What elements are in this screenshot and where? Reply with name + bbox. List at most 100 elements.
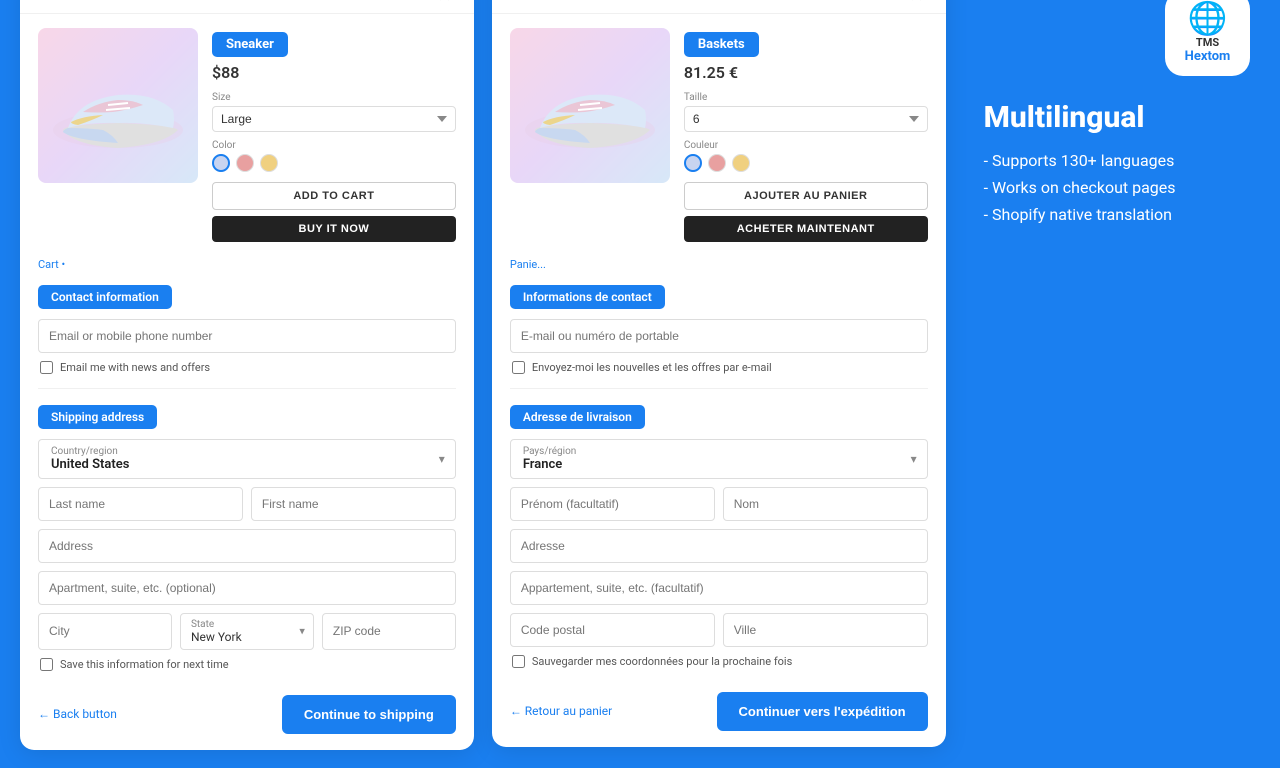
en-newsletter-row: Email me with news and offers (38, 361, 456, 374)
tms-brand: Hextom (1185, 49, 1231, 64)
right-feature-2: - Works on checkout pages (984, 178, 1250, 197)
fr-store-header: Hextom Translation and Currency France |… (492, 0, 946, 14)
en-firstname-field[interactable] (251, 487, 456, 521)
fr-sneaker-svg (515, 40, 665, 170)
en-shipping-section: Shipping address Country/region United S… (20, 397, 474, 685)
en-sneaker-svg (43, 40, 193, 170)
fr-color-blue[interactable] (684, 154, 702, 172)
en-buy-now-button[interactable]: BUY IT NOW (212, 216, 456, 242)
en-country-label: Country/region (49, 446, 445, 457)
fr-cart-button[interactable]: 🛒 (909, 0, 928, 1)
en-state-wrapper[interactable]: State New York (180, 613, 314, 650)
en-cart-button[interactable]: 🛒 (437, 0, 456, 1)
fr-country-wrapper[interactable]: Pays/région France (510, 439, 928, 479)
en-contact-badge: Contact information (38, 285, 172, 309)
fr-continue-button[interactable]: Continuer vers l'expédition (717, 692, 928, 731)
en-breadcrumb: Cart • (20, 252, 474, 277)
fr-email-field[interactable] (510, 319, 928, 353)
fr-save-checkbox[interactable] (512, 655, 525, 668)
en-add-to-cart-button[interactable]: ADD TO CART (212, 182, 456, 210)
en-product-info: Sneaker $88 Size Large Small Medium Colo… (212, 28, 456, 242)
fr-country-value: France (521, 457, 917, 472)
en-state-value: New York (191, 630, 303, 644)
en-city-state-zip: State New York (38, 613, 456, 650)
fr-city-text-field[interactable] (723, 613, 928, 647)
fr-product-price: 81.25 € (684, 63, 928, 82)
fr-country-label: Pays/région (521, 446, 917, 457)
main-container: Hextom Translation and Currency United S… (0, 0, 1280, 768)
en-contact-section: Contact information Email me with news a… (20, 277, 474, 388)
en-product-section: Sneaker $88 Size Large Small Medium Colo… (20, 14, 474, 252)
en-breadcrumb-text: Cart • (38, 258, 65, 271)
en-color-row (212, 154, 456, 172)
tms-globe-icon: 🌐 (1188, 2, 1228, 34)
en-color-yellow[interactable] (260, 154, 278, 172)
fr-zip-field[interactable] (510, 613, 715, 647)
en-size-label: Size (212, 92, 456, 103)
fr-product-image (510, 28, 670, 183)
fr-add-to-cart-button[interactable]: AJOUTER AU PANIER (684, 182, 928, 210)
en-email-field[interactable] (38, 319, 456, 353)
fr-header-right: France | EUR FR 🔍 🛒 (768, 0, 927, 1)
en-state-label: State (191, 619, 303, 630)
fr-contact-badge: Informations de contact (510, 285, 665, 309)
fr-product-section: Baskets 81.25 € Taille 6 7 8 Couleur AJO… (492, 14, 946, 252)
fr-lastname-field[interactable] (723, 487, 928, 521)
en-size-select[interactable]: Large Small Medium (212, 106, 456, 132)
en-city-field[interactable] (38, 613, 172, 650)
en-newsletter-checkbox[interactable] (40, 361, 53, 374)
fr-color-yellow[interactable] (732, 154, 750, 172)
en-continue-button[interactable]: Continue to shipping (282, 695, 456, 734)
en-zip-field[interactable] (322, 613, 456, 650)
fr-size-select[interactable]: 6 7 8 (684, 106, 928, 132)
fr-color-label: Couleur (684, 140, 928, 151)
en-lastname-field[interactable] (38, 487, 243, 521)
fr-breadcrumb: Panie... (492, 252, 946, 277)
en-header-right: United States | USD EN 🔍 🛒 (259, 0, 456, 1)
fr-newsletter-label: Envoyez-moi les nouvelles et les offres … (532, 361, 772, 374)
fr-shipping-badge: Adresse de livraison (510, 405, 645, 429)
en-color-blue[interactable] (212, 154, 230, 172)
en-country-wrapper[interactable]: Country/region United States (38, 439, 456, 479)
fr-firstname-field[interactable] (510, 487, 715, 521)
en-apt-field[interactable] (38, 571, 456, 605)
en-search-button[interactable]: 🔍 (408, 0, 427, 1)
en-divider (38, 388, 456, 389)
tms-logo: 🌐 TMS Hextom (1165, 0, 1250, 76)
fr-header-icons: 🔍 🛒 (880, 0, 927, 1)
fr-card-footer: ← Retour au panier Continuer vers l'expé… (492, 682, 946, 747)
en-shipping-badge: Shipping address (38, 405, 157, 429)
en-back-link[interactable]: ← Back button (38, 707, 117, 721)
en-product-badge: Sneaker (212, 32, 288, 57)
en-save-label: Save this information for next time (60, 658, 229, 671)
fr-color-row (684, 154, 928, 172)
right-panel: 🌐 TMS Hextom Multilingual - Supports 130… (964, 0, 1260, 242)
en-color-pink[interactable] (236, 154, 254, 172)
fr-address-field[interactable] (510, 529, 928, 563)
en-save-row: Save this information for next time (38, 658, 456, 671)
fr-city-state-zip (510, 613, 928, 647)
en-product-price: $88 (212, 63, 456, 82)
fr-card: Hextom Translation and Currency France |… (492, 0, 946, 747)
right-feature-1: - Supports 130+ languages (984, 151, 1250, 170)
fr-breadcrumb-text: Panie... (510, 258, 546, 271)
tms-label: TMS (1196, 36, 1219, 49)
en-color-label: Color (212, 140, 456, 151)
fr-search-button[interactable]: 🔍 (880, 0, 899, 1)
en-store-header: Hextom Translation and Currency United S… (20, 0, 474, 14)
fr-shipping-section: Adresse de livraison Pays/région France … (492, 397, 946, 682)
fr-buy-now-button[interactable]: ACHETER MAINTENANT (684, 216, 928, 242)
en-address-field[interactable] (38, 529, 456, 563)
fr-apt-field[interactable] (510, 571, 928, 605)
fr-product-badge: Baskets (684, 32, 759, 57)
en-card: Hextom Translation and Currency United S… (20, 0, 474, 750)
en-save-checkbox[interactable] (40, 658, 53, 671)
fr-back-link[interactable]: ← Retour au panier (510, 704, 612, 718)
fr-color-pink[interactable] (708, 154, 726, 172)
fr-size-label: Taille (684, 92, 928, 103)
en-card-footer: ← Back button Continue to shipping (20, 685, 474, 750)
en-country-value: United States (49, 457, 445, 472)
fr-save-label: Sauvegarder mes coordonnées pour la proc… (532, 655, 792, 668)
right-features-list: - Supports 130+ languages - Works on che… (984, 151, 1250, 224)
fr-newsletter-checkbox[interactable] (512, 361, 525, 374)
